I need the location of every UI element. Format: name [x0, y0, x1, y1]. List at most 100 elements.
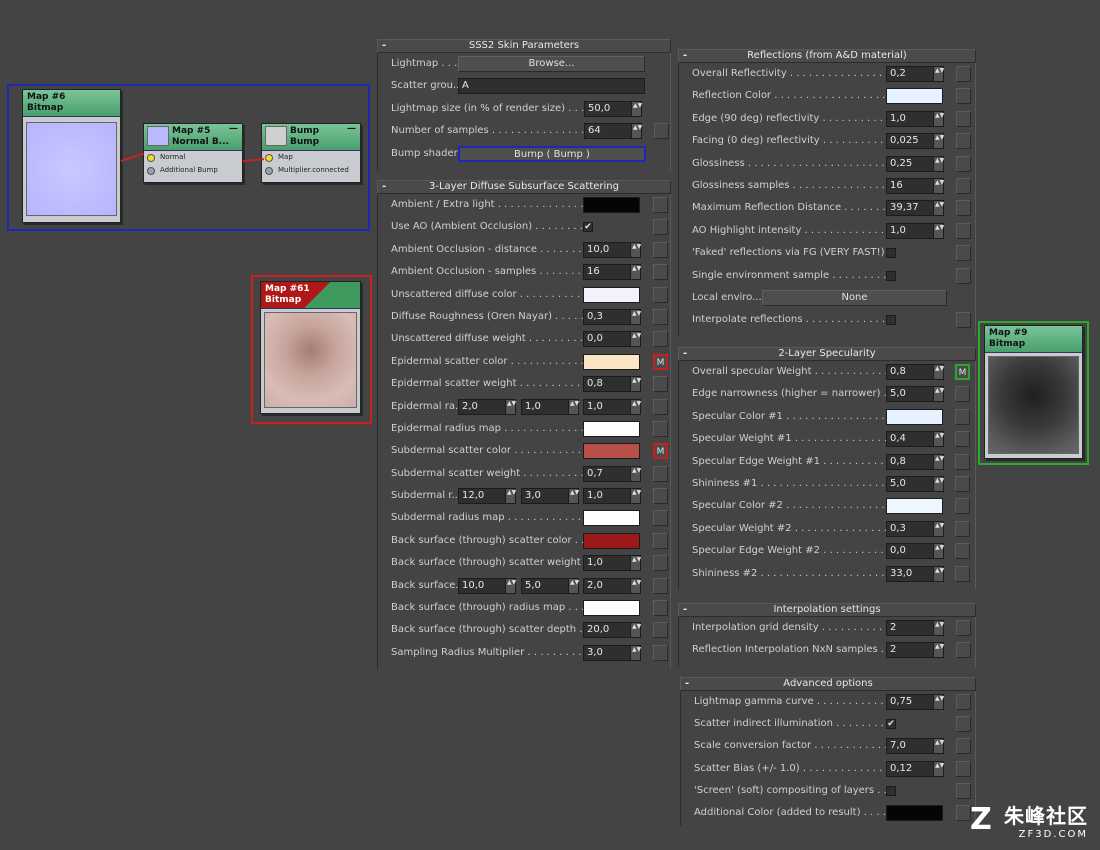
- map-slot-button[interactable]: [956, 200, 971, 217]
- map-slot-button[interactable]: [955, 543, 970, 560]
- bump-shader-button[interactable]: Bump ( Bump ): [458, 145, 646, 162]
- map-slot-button[interactable]: [955, 475, 970, 492]
- value-spinner[interactable]: 0,8 ▲▼: [886, 453, 944, 470]
- map-slot-button[interactable]: [653, 465, 668, 482]
- node-map-61[interactable]: Map #61 Bitmap: [260, 281, 361, 414]
- map-slot-button[interactable]: [956, 245, 971, 262]
- value-spinner[interactable]: 2 ▲▼: [886, 620, 944, 636]
- radius-spinner-3[interactable]: 1,0 ▲▼: [583, 398, 641, 415]
- color-swatch[interactable]: [886, 804, 943, 821]
- color-swatch[interactable]: [583, 353, 640, 370]
- spinner-arrows-icon[interactable]: ▲▼: [632, 489, 641, 496]
- map-slot-button[interactable]: [955, 431, 970, 448]
- map-slot-button[interactable]: [653, 286, 668, 303]
- value-spinner[interactable]: 7,0 ▲▼: [886, 738, 944, 755]
- spinner-arrows-icon[interactable]: ▲▼: [935, 739, 944, 746]
- color-swatch[interactable]: [583, 443, 640, 460]
- rollout-sss2-title-bar[interactable]: - SSS2 Skin Parameters: [377, 39, 671, 53]
- lightmap-size-spinner[interactable]: 50,0 ▲▼: [584, 100, 642, 117]
- map-slot-button[interactable]: [956, 716, 971, 733]
- map-slot-button[interactable]: [955, 386, 970, 403]
- spinner-arrows-icon[interactable]: ▲▼: [935, 477, 944, 484]
- value-spinner[interactable]: 33,0 ▲▼: [886, 565, 944, 582]
- spinner-arrows-icon[interactable]: ▲▼: [570, 489, 579, 496]
- spinner-arrows-icon[interactable]: ▲▼: [632, 467, 641, 474]
- map-slot-button[interactable]: [653, 241, 668, 258]
- color-swatch[interactable]: [583, 532, 640, 549]
- map-slot-button[interactable]: [653, 376, 668, 393]
- spinner-arrows-icon[interactable]: ▲▼: [632, 556, 641, 563]
- value-spinner[interactable]: 0,3 ▲▼: [583, 308, 641, 325]
- spinner-arrows-icon[interactable]: ▲▼: [507, 489, 516, 496]
- map-assigned-button[interactable]: M: [653, 443, 668, 460]
- spinner-arrows-icon[interactable]: ▲▼: [935, 522, 944, 529]
- color-swatch[interactable]: [583, 600, 640, 617]
- socket-connected-icon[interactable]: [265, 154, 273, 162]
- map-slot-button[interactable]: [956, 88, 971, 105]
- value-spinner[interactable]: 5,0 ▲▼: [886, 475, 944, 492]
- node-map-9-header[interactable]: Map #9 Bitmap: [985, 326, 1082, 353]
- spinner-arrows-icon[interactable]: ▲▼: [632, 243, 641, 250]
- map-slot-button[interactable]: [653, 488, 668, 505]
- value-spinner[interactable]: 1,0 ▲▼: [583, 555, 641, 572]
- spinner-arrows-icon[interactable]: ▲▼: [632, 623, 641, 630]
- map-slot-button[interactable]: [955, 498, 970, 515]
- node-map-61-header[interactable]: Map #61 Bitmap: [261, 282, 360, 309]
- node-map-5[interactable]: Map #5 Normal B... — Normal Additional B…: [143, 123, 243, 183]
- value-spinner[interactable]: 0,2 ▲▼: [886, 66, 944, 82]
- map-slot-button[interactable]: [653, 644, 668, 661]
- map-slot-button[interactable]: [956, 66, 971, 82]
- node-minimize-button[interactable]: —: [347, 124, 356, 135]
- radius-spinner-3[interactable]: 2,0 ▲▼: [583, 577, 641, 594]
- spinner-arrows-icon[interactable]: ▲▼: [935, 224, 944, 231]
- map-slot-button[interactable]: [956, 760, 971, 777]
- value-spinner[interactable]: 3,0 ▲▼: [583, 644, 641, 661]
- node-map-6[interactable]: Map #6 Bitmap: [22, 89, 121, 223]
- spinner-arrows-icon[interactable]: ▲▼: [633, 102, 642, 109]
- spinner-arrows-icon[interactable]: ▲▼: [935, 567, 944, 574]
- spinner-arrows-icon[interactable]: ▲▼: [935, 695, 944, 702]
- spinner-arrows-icon[interactable]: ▲▼: [507, 400, 516, 407]
- map-slot-button[interactable]: [653, 577, 668, 594]
- map-slot-button[interactable]: [653, 398, 668, 415]
- socket-row[interactable]: Multiplier.connected: [262, 164, 360, 177]
- value-spinner[interactable]: 0,4 ▲▼: [886, 431, 944, 448]
- spinner-arrows-icon[interactable]: ▲▼: [935, 621, 944, 628]
- spinner-arrows-icon[interactable]: ▲▼: [935, 157, 944, 164]
- value-spinner[interactable]: 16 ▲▼: [583, 264, 641, 281]
- radius-spinner-1[interactable]: 12,0 ▲▼: [458, 488, 516, 505]
- checkbox[interactable]: ✔: [886, 719, 896, 730]
- map-slot-button[interactable]: [653, 331, 668, 348]
- map-slot-button[interactable]: [654, 123, 669, 140]
- environment-map-button[interactable]: None: [762, 289, 947, 306]
- collapse-icon[interactable]: -: [685, 678, 689, 690]
- spinner-arrows-icon[interactable]: ▲▼: [632, 332, 641, 339]
- socket-row[interactable]: Normal: [144, 151, 242, 164]
- radius-spinner-1[interactable]: 10,0 ▲▼: [458, 577, 516, 594]
- value-spinner[interactable]: 1,0 ▲▼: [886, 222, 944, 239]
- spinner-arrows-icon[interactable]: ▲▼: [632, 265, 641, 272]
- scatter-group-input[interactable]: A: [458, 78, 645, 95]
- map-slot-button[interactable]: [956, 267, 971, 284]
- map-slot-button[interactable]: [956, 110, 971, 127]
- spinner-arrows-icon[interactable]: ▲▼: [570, 579, 579, 586]
- map-slot-button[interactable]: [653, 308, 668, 325]
- map-slot-button[interactable]: [956, 222, 971, 239]
- checkbox[interactable]: [886, 270, 896, 281]
- map-slot-button[interactable]: [956, 642, 971, 659]
- value-spinner[interactable]: 0,12 ▲▼: [886, 760, 944, 777]
- value-spinner[interactable]: 5,0 ▲▼: [886, 386, 944, 403]
- spinner-arrows-icon[interactable]: ▲▼: [935, 455, 944, 462]
- value-spinner[interactable]: 39,37 ▲▼: [886, 200, 944, 217]
- rollout-diffuse-title-bar[interactable]: - 3-Layer Diffuse Subsurface Scattering: [377, 180, 671, 194]
- collapse-icon[interactable]: -: [683, 348, 687, 360]
- map-slot-button[interactable]: [653, 600, 668, 617]
- color-swatch[interactable]: [886, 408, 943, 425]
- value-spinner[interactable]: 0,0 ▲▼: [583, 331, 641, 348]
- map-slot-button[interactable]: [653, 197, 668, 213]
- spinner-arrows-icon[interactable]: ▲▼: [935, 365, 944, 372]
- socket-row[interactable]: Map: [262, 151, 360, 164]
- node-minimize-button[interactable]: —: [229, 124, 238, 135]
- map-slot-button[interactable]: [955, 453, 970, 470]
- collapse-icon[interactable]: -: [683, 604, 687, 616]
